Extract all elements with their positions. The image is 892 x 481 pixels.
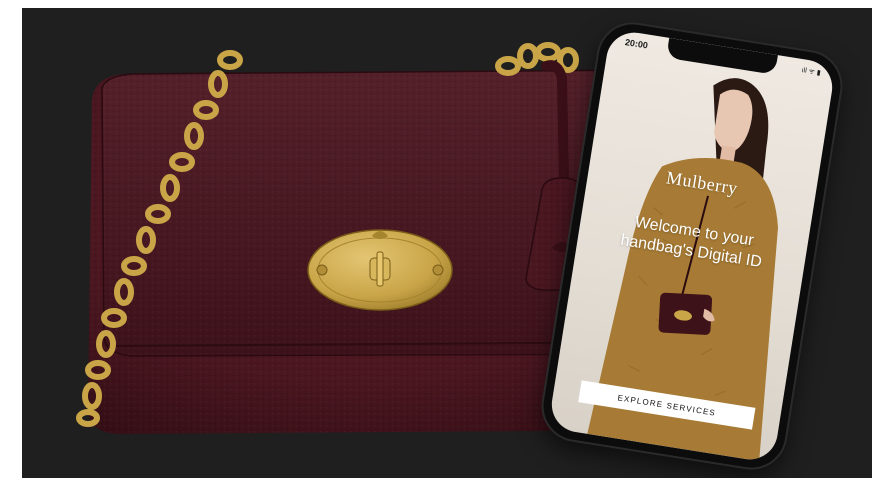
turn-lock bbox=[307, 229, 453, 311]
bag-chain-right bbox=[495, 42, 579, 76]
hero-image: 20:00 ıll ᯤ ▮ Mulberry Welcome to your h… bbox=[22, 8, 872, 478]
